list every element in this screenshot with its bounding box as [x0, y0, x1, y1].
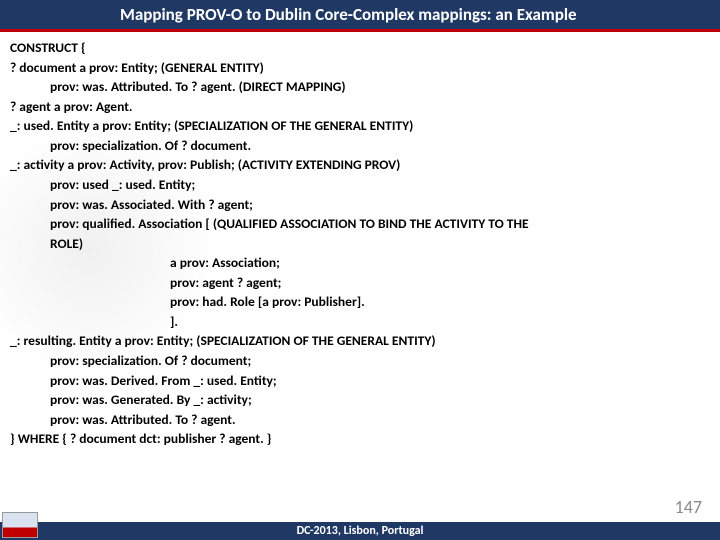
code-line: prov: was. Attributed. To ? agent.	[50, 410, 710, 430]
code-line: prov: qualified. Association [ (QUALIFIE…	[50, 214, 710, 234]
code-line: prov: was. Attributed. To ? agent. (DIRE…	[50, 77, 710, 97]
title-bar: Mapping PROV-O to Dublin Core-Complex ma…	[0, 0, 720, 32]
code-line: _: activity a prov: Activity, prov: Publ…	[10, 155, 710, 175]
code-line: a prov: Association;	[170, 253, 710, 273]
code-line: ? agent a prov: Agent.	[10, 97, 710, 117]
code-line: _: used. Entity a prov: Entity; (SPECIAL…	[10, 116, 710, 136]
logo-icon	[2, 512, 38, 538]
footer-bar: DC-2013, Lisbon, Portugal	[0, 522, 720, 540]
code-line: prov: specialization. Of ? document.	[50, 136, 710, 156]
code-content: CONSTRUCT { ? document a prov: Entity; (…	[0, 32, 720, 449]
footer-text: DC-2013, Lisbon, Portugal	[297, 524, 424, 538]
code-line: prov: used _: used. Entity;	[50, 175, 710, 195]
code-line: } WHERE { ? document dct: publisher ? ag…	[10, 429, 710, 449]
code-line: prov: was. Associated. With ? agent;	[50, 195, 710, 215]
code-line: ? document a prov: Entity; (GENERAL ENTI…	[10, 58, 710, 78]
code-line: prov: had. Role [a prov: Publisher].	[170, 292, 710, 312]
page-number: 147	[675, 496, 702, 518]
code-line: prov: agent ? agent;	[170, 273, 710, 293]
code-line: ROLE)	[50, 234, 710, 254]
code-line: _: resulting. Entity a prov: Entity; (SP…	[10, 331, 710, 351]
slide-title: Mapping PROV-O to Dublin Core-Complex ma…	[120, 4, 577, 25]
code-line: prov: was. Derived. From _: used. Entity…	[50, 371, 710, 391]
code-line: ].	[170, 312, 710, 332]
code-line: prov: specialization. Of ? document;	[50, 351, 710, 371]
code-line: prov: was. Generated. By _: activity;	[50, 390, 710, 410]
code-line: CONSTRUCT {	[10, 38, 710, 58]
